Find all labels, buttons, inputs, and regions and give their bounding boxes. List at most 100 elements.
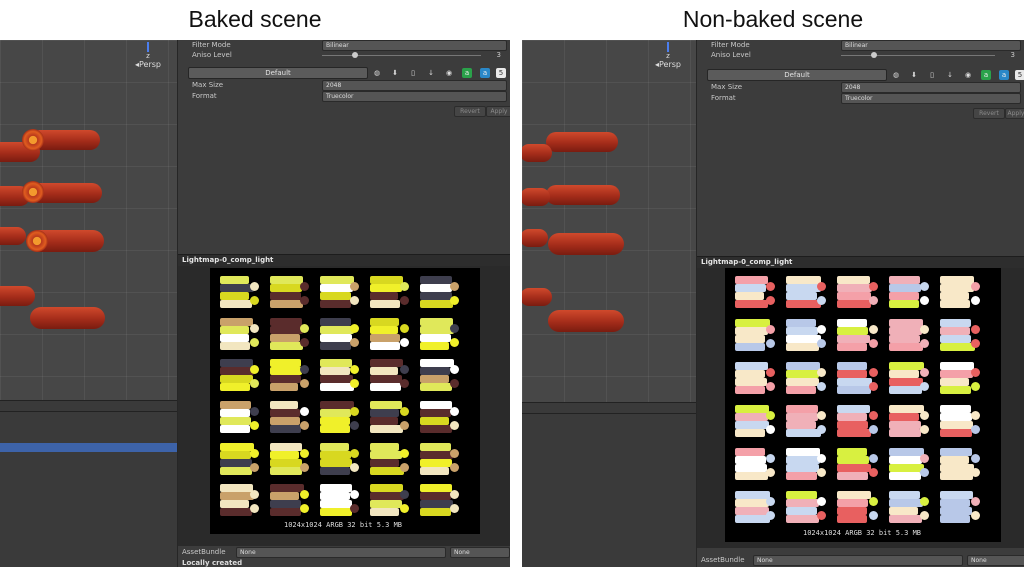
slider-knob[interactable] [871,52,877,58]
lightmap-tile [320,484,362,518]
log-model[interactable] [546,132,618,152]
download-icon[interactable]: ⬇ [909,70,919,80]
tile-cap [817,425,827,434]
tile-band [320,284,353,292]
aniso-level-value[interactable]: 3 [497,51,501,59]
tile-band [888,515,923,523]
arrow-down-icon[interactable]: ↓ [426,68,436,78]
tile-cap [450,462,459,472]
max-size-dropdown[interactable]: 2048 [322,80,507,91]
arrow-down-icon[interactable]: ↓ [945,70,955,80]
log-model[interactable] [548,233,624,255]
tile-band [370,508,400,517]
revert-button[interactable]: Revert [973,108,1005,119]
texture-info: 1024x1024 ARGB 32 bit 5.3 MB [803,529,922,537]
android-icon[interactable]: a [981,70,991,80]
selected-row[interactable] [0,443,177,452]
scene-view[interactable]: z ◂Persp [0,40,177,567]
tile-band [786,319,817,327]
lightmap-atlas [725,268,1001,542]
tile-band [837,405,871,413]
aniso-level-slider[interactable] [841,52,995,58]
log-model[interactable] [546,185,620,205]
phone-icon[interactable]: ▯ [408,68,418,78]
slider-knob[interactable] [352,52,358,58]
lightmap-tile [939,491,983,526]
max-size-dropdown[interactable]: 2048 [841,82,1021,93]
log-model[interactable] [522,188,550,206]
assetbundle-variant-dropdown[interactable]: None [967,555,1024,566]
tile-cap [450,421,459,430]
log-model[interactable] [522,288,552,306]
download-icon[interactable]: ⬇ [390,68,400,78]
tile-cap [450,323,459,333]
tile-cap [250,421,259,430]
log-model[interactable] [0,286,35,306]
tile-cap [300,504,309,514]
tile-band [786,362,821,370]
revert-button[interactable]: Revert [454,106,486,117]
tile-cap [970,411,980,420]
android-icon[interactable]: a [462,68,472,78]
globe-icon[interactable]: ◍ [891,70,901,80]
max-size-label: Max Size [192,81,224,89]
scene-gizmo[interactable]: z ◂Persp [648,42,688,69]
tile-band [220,484,253,493]
tile-band [939,429,972,437]
format-dropdown[interactable]: Truecolor [841,93,1021,104]
default-platform-tab[interactable]: Default [188,67,368,79]
tile-band [420,484,452,493]
log-model[interactable] [30,307,105,329]
tile-cap [817,497,827,506]
tile-band [888,335,920,343]
format-dropdown[interactable]: Truecolor [322,91,507,102]
lightmap-tile [837,276,880,311]
tile-band [888,472,921,480]
assetbundle-dropdown[interactable]: None [753,555,963,566]
log-model[interactable] [522,229,548,247]
log-model[interactable] [548,310,624,332]
scene-gizmo[interactable]: z ◂Persp [128,42,168,69]
scene-view[interactable]: z ◂Persp [522,40,696,567]
tile-band [420,284,452,292]
aniso-level-value[interactable]: 3 [1011,51,1015,59]
tile-cap [766,425,776,434]
tile-band [270,458,302,467]
lightmap-tile [939,448,983,483]
filter-mode-label: Filter Mode [192,41,231,49]
assetbundle-label: AssetBundle [182,548,226,556]
tile-band [220,325,250,334]
html5-icon[interactable]: 5 [496,68,506,78]
tile-cap [766,511,776,520]
projection-label[interactable]: ◂Persp [648,60,688,69]
aniso-level-slider[interactable] [322,52,481,58]
html5-icon[interactable]: 5 [1015,70,1024,80]
tile-band [888,378,923,386]
tile-band [837,370,868,378]
tile-band [939,421,974,429]
eye-icon[interactable]: ◉ [963,70,973,80]
assetbundle-dropdown[interactable]: None [236,547,446,558]
tile-band [270,466,302,475]
tile-cap [970,468,980,477]
log-model[interactable] [522,144,552,162]
apply-button[interactable]: Apply [486,106,510,117]
tile-band [939,276,975,284]
projection-label[interactable]: ◂Persp [128,60,168,69]
eye-icon[interactable]: ◉ [444,68,454,78]
apply-button[interactable]: Apply [1005,108,1024,119]
lightmap-tile [370,276,412,310]
phone-icon[interactable]: ▯ [927,70,937,80]
tile-band [270,276,304,284]
globe-icon[interactable]: ◍ [372,68,382,78]
store-icon[interactable]: a [480,68,490,78]
tile-band [735,386,766,394]
store-icon[interactable]: a [999,70,1009,80]
lightmap-tile [220,276,262,310]
assetbundle-variant-dropdown[interactable]: None [450,547,510,558]
log-model[interactable] [0,227,26,245]
tile-band [837,284,873,292]
tile-cap [250,407,259,416]
default-platform-tab[interactable]: Default [707,69,887,81]
lightmap-tile [370,401,412,435]
